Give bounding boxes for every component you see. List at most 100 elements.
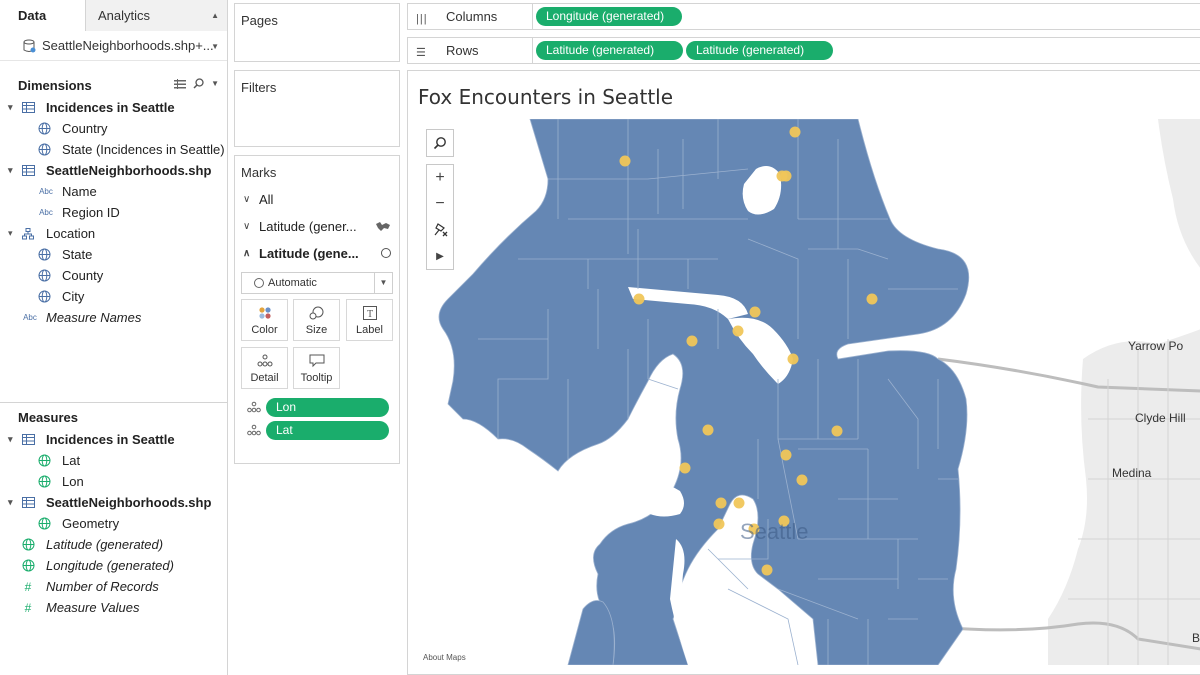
chevron-down-icon[interactable]: ▾ bbox=[8, 434, 20, 445]
tooltip-button[interactable]: Tooltip bbox=[293, 347, 340, 389]
fox-encounter-point[interactable] bbox=[702, 424, 714, 436]
chevron-up-icon[interactable]: ∧ bbox=[243, 248, 259, 259]
datasource-name: SeattleNeighborhoods.shp+... bbox=[42, 38, 214, 53]
rows-label: Rows bbox=[446, 43, 479, 58]
fox-encounter-point[interactable] bbox=[679, 462, 691, 474]
color-label: Color bbox=[251, 324, 278, 336]
globe-icon bbox=[20, 559, 36, 573]
chevron-down-icon[interactable]: ▾ bbox=[8, 102, 20, 113]
dim-country[interactable]: Country bbox=[0, 118, 227, 139]
meas-lon[interactable]: Lon bbox=[0, 471, 227, 492]
rows-pill-latitude-2[interactable]: Latitude (generated) bbox=[686, 41, 833, 60]
meas-number-of-records[interactable]: # Number of Records bbox=[0, 576, 227, 597]
chevron-down-icon[interactable]: ▾ bbox=[8, 497, 20, 508]
fox-encounter-point[interactable] bbox=[831, 425, 843, 437]
dropdown-arrow-icon[interactable]: ▼ bbox=[374, 273, 392, 293]
meas-measure-values[interactable]: # Measure Values bbox=[0, 597, 227, 618]
map-area[interactable]: Seattle Yarrow Po Clyde Hill Medina B + … bbox=[418, 119, 1200, 665]
fox-encounter-point[interactable] bbox=[796, 474, 808, 486]
dim-table-incidences[interactable]: ▾ Incidences in Seattle bbox=[0, 97, 227, 118]
dim-region-id[interactable]: Abc Region ID bbox=[0, 202, 227, 223]
dim-name[interactable]: Abc Name bbox=[0, 181, 227, 202]
fox-encounter-point[interactable] bbox=[715, 497, 727, 509]
meas-table-neighborhoods[interactable]: ▾ SeattleNeighborhoods.shp bbox=[0, 492, 227, 513]
zoom-in-button[interactable]: + bbox=[427, 165, 453, 191]
fox-encounter-point[interactable] bbox=[866, 293, 878, 305]
marks-field-pill-lon[interactable]: Lon bbox=[266, 398, 389, 417]
fox-encounter-point[interactable] bbox=[619, 155, 631, 167]
about-maps-link[interactable]: About Maps bbox=[423, 653, 466, 662]
detail-label: Detail bbox=[250, 372, 279, 384]
field-label: Number of Records bbox=[46, 579, 159, 594]
zoom-out-button[interactable]: − bbox=[427, 191, 453, 217]
fox-encounter-point[interactable] bbox=[732, 325, 744, 337]
fox-encounter-point[interactable] bbox=[713, 518, 725, 530]
expand-toolbar-button[interactable]: ▶ bbox=[427, 243, 453, 269]
table-icon bbox=[20, 101, 36, 115]
hash-icon: # bbox=[24, 579, 32, 594]
fox-encounter-point[interactable] bbox=[780, 449, 792, 461]
tab-analytics[interactable]: Analytics ▲ ▼ bbox=[86, 0, 227, 51]
list-view-icon[interactable] bbox=[174, 78, 187, 89]
pages-card[interactable]: Pages bbox=[234, 3, 400, 62]
meas-latitude-generated[interactable]: Latitude (generated) bbox=[0, 534, 227, 555]
meas-longitude-generated[interactable]: Longitude (generated) bbox=[0, 555, 227, 576]
fox-encounter-point[interactable] bbox=[780, 170, 792, 182]
rows-shelf[interactable]: ☰ Rows Latitude (generated) Latitude (ge… bbox=[407, 37, 1200, 64]
filters-card[interactable]: Filters bbox=[234, 70, 400, 147]
chevron-down-icon[interactable]: ∨ bbox=[243, 194, 259, 205]
fox-encounter-point[interactable] bbox=[733, 497, 745, 509]
rows-pill-latitude-1[interactable]: Latitude (generated) bbox=[536, 41, 683, 60]
seattle-city-label: Seattle bbox=[740, 519, 809, 544]
fox-encounter-point[interactable] bbox=[686, 335, 698, 347]
columns-shelf-label: ||| Columns bbox=[408, 4, 533, 29]
field-label: SeattleNeighborhoods.shp bbox=[46, 163, 212, 178]
meas-geometry[interactable]: Geometry bbox=[0, 513, 227, 534]
color-button[interactable]: Color bbox=[241, 299, 288, 341]
dropdown-icon[interactable]: ▼ bbox=[211, 79, 219, 88]
map-search-control[interactable] bbox=[426, 129, 454, 157]
dim-table-neighborhoods[interactable]: ▾ SeattleNeighborhoods.shp bbox=[0, 160, 227, 181]
fox-encounter-point[interactable] bbox=[633, 293, 645, 305]
meas-lat[interactable]: Lat bbox=[0, 450, 227, 471]
place-label-yarrow: Yarrow Po bbox=[1128, 339, 1184, 353]
chevron-down-icon[interactable]: ▾ bbox=[8, 165, 20, 176]
chevron-down-icon[interactable]: ▾ bbox=[8, 228, 20, 239]
datasource-row[interactable]: SeattleNeighborhoods.shp+... bbox=[0, 31, 227, 61]
fox-encounter-point[interactable] bbox=[749, 306, 761, 318]
dim-measure-names[interactable]: Abc Measure Names bbox=[0, 307, 227, 328]
marks-layer-all[interactable]: ∨ All bbox=[235, 186, 399, 213]
mark-type-select[interactable]: Automatic ▼ bbox=[241, 272, 393, 294]
marks-layer-1[interactable]: ∨ Latitude (gener... bbox=[235, 213, 399, 240]
fox-encounter-point[interactable] bbox=[789, 126, 801, 138]
fox-encounter-point[interactable] bbox=[787, 353, 799, 365]
dim-state-incidences[interactable]: State (Incidences in Seattle) bbox=[0, 139, 227, 160]
detail-button[interactable]: Detail bbox=[241, 347, 288, 389]
search-icon[interactable] bbox=[193, 78, 204, 89]
pin-map-button[interactable] bbox=[427, 217, 453, 243]
dim-location-hierarchy[interactable]: ▾ Location bbox=[0, 223, 227, 244]
worksheet-title[interactable]: Fox Encounters in Seattle bbox=[418, 85, 673, 109]
dim-city[interactable]: City bbox=[0, 286, 227, 307]
fox-encounter-point[interactable] bbox=[761, 564, 773, 576]
field-label: Longitude (generated) bbox=[46, 558, 174, 573]
map-search-button[interactable] bbox=[427, 130, 453, 156]
tab-data[interactable]: Data bbox=[0, 0, 86, 31]
size-button[interactable]: Size bbox=[293, 299, 340, 341]
pages-title: Pages bbox=[241, 13, 278, 28]
hash-icon: # bbox=[24, 600, 32, 615]
globe-icon bbox=[36, 248, 52, 262]
marks-layer-2[interactable]: ∧ Latitude (gene... bbox=[235, 240, 399, 267]
tab-sort-icon[interactable]: ▲ ▼ bbox=[211, 0, 219, 62]
dim-state[interactable]: State bbox=[0, 244, 227, 265]
globe-icon bbox=[36, 454, 52, 468]
label-button[interactable]: T Label bbox=[346, 299, 393, 341]
map-canvas[interactable] bbox=[418, 119, 1200, 665]
dim-county[interactable]: County bbox=[0, 265, 227, 286]
meas-table-incidences[interactable]: ▾ Incidences in Seattle bbox=[0, 429, 227, 450]
marks-field-pill-lat[interactable]: Lat bbox=[266, 421, 389, 440]
globe-icon bbox=[36, 475, 52, 489]
columns-shelf[interactable]: ||| Columns Longitude (generated) bbox=[407, 3, 1200, 30]
chevron-down-icon[interactable]: ∨ bbox=[243, 221, 259, 232]
columns-pill-longitude[interactable]: Longitude (generated) bbox=[536, 7, 682, 26]
